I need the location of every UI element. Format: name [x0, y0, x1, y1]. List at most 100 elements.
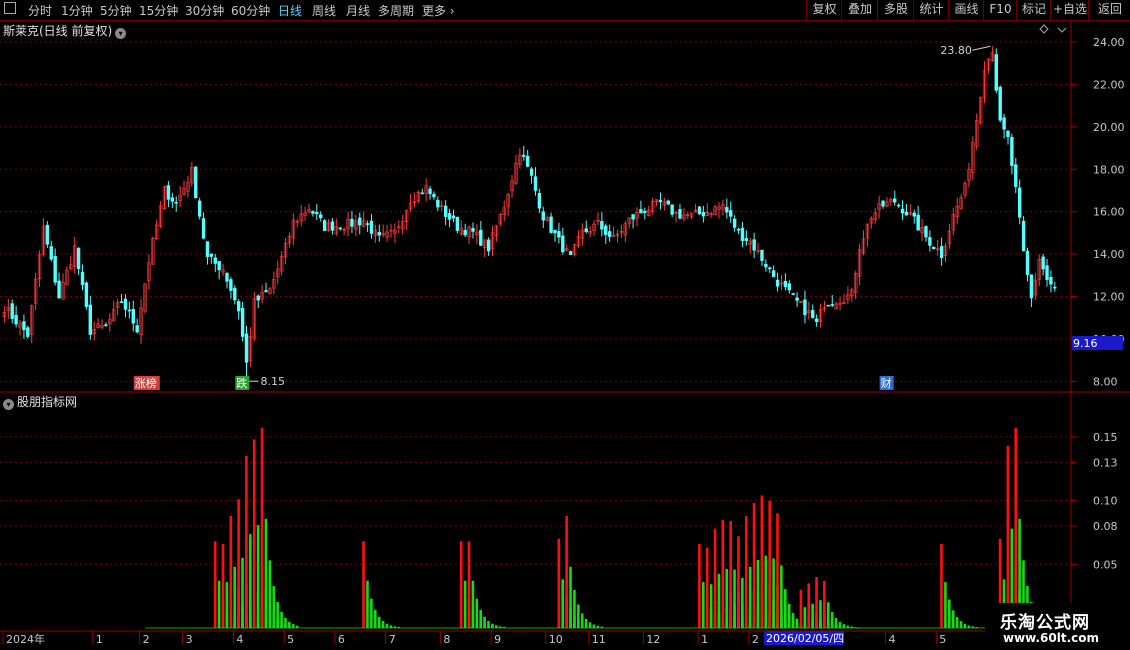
- candle-body: [463, 229, 467, 236]
- candle-body: [256, 295, 260, 301]
- candle-body: [420, 192, 424, 195]
- indicator-bar-green: [495, 625, 498, 628]
- candle-body: [541, 211, 545, 221]
- candle-body: [1053, 286, 1057, 289]
- indicator-bar-green: [951, 610, 955, 628]
- chevron-down-icon: [1057, 27, 1067, 33]
- indicator-bar-green: [284, 618, 287, 628]
- indicator-bar-green: [217, 580, 221, 628]
- indicator-bar-red: [213, 541, 217, 628]
- indicator-bar-green: [366, 580, 369, 628]
- indicator-bar-green: [370, 598, 373, 628]
- candle-body: [436, 199, 440, 208]
- date-tick-label: 4: [236, 633, 243, 646]
- indicator-bar-red: [557, 538, 561, 628]
- indicator-bar-green: [280, 611, 283, 628]
- candle-body: [53, 255, 57, 283]
- candle-body: [764, 263, 768, 268]
- indicator-bar-green: [479, 609, 483, 628]
- indicator-bar-green: [225, 582, 229, 628]
- candle-body: [783, 280, 788, 288]
- candle-body: [932, 246, 936, 249]
- candle-body: [1029, 274, 1034, 299]
- indicator-bar-green: [780, 565, 783, 628]
- candle-body: [736, 228, 741, 231]
- candle-body: [904, 211, 909, 216]
- candle-body: [729, 210, 733, 217]
- indicator-bar-green: [955, 617, 959, 628]
- candle-body: [549, 216, 553, 233]
- candle-body: [1041, 256, 1045, 270]
- indicator-bar-red: [260, 427, 264, 628]
- candle-body: [893, 198, 897, 203]
- indicator-bar-red: [776, 513, 779, 628]
- candle-body: [14, 314, 18, 325]
- candle-body: [443, 205, 448, 217]
- candle-body: [1010, 137, 1014, 166]
- indicator-bar-red: [467, 541, 471, 628]
- stock-chart[interactable]: 24.0022.0020.0018.0016.0014.0012.0010.00…: [0, 0, 1130, 650]
- candle-body: [319, 214, 323, 219]
- candle-body: [264, 290, 268, 293]
- candle-body: [803, 299, 807, 316]
- date-tick-label: 4: [889, 633, 896, 646]
- candle-body: [701, 212, 706, 217]
- indicator-bar-red: [252, 439, 256, 628]
- indicator-bar-red: [237, 499, 240, 628]
- indicator-bar-green: [256, 525, 260, 628]
- indicator-bar-green: [948, 599, 951, 628]
- indicator-bar-green: [483, 616, 486, 628]
- indicator-bar-green: [584, 618, 588, 628]
- indicator-bar-green: [826, 602, 830, 628]
- candle-body: [131, 309, 135, 324]
- candle-body: [49, 246, 53, 260]
- candle-body: [744, 238, 749, 241]
- candle-body: [119, 301, 124, 303]
- indicator-bar-green: [791, 613, 795, 628]
- candle-body: [311, 211, 315, 214]
- date-tick-label: 11: [592, 633, 606, 646]
- candle-body: [814, 318, 819, 323]
- event-marker-label: 跌: [236, 376, 247, 390]
- date-tick-label: 1: [96, 633, 103, 646]
- candle-body: [678, 209, 682, 219]
- candle-body: [775, 279, 780, 287]
- price-tick-label: 18.00: [1093, 163, 1125, 176]
- candle-body: [1025, 250, 1030, 275]
- candle-body: [529, 168, 534, 176]
- price-tick-label: 20.00: [1093, 121, 1125, 134]
- candle-body: [22, 321, 26, 331]
- indicator-bar-green: [830, 612, 834, 628]
- candle-body: [607, 231, 612, 237]
- indicator-bar-red: [1006, 445, 1010, 628]
- candle-body: [1017, 187, 1022, 218]
- indicator-bar-green: [733, 569, 736, 628]
- candle-body: [896, 204, 901, 207]
- date-tick-label: 6: [338, 633, 345, 646]
- candle-body: [174, 201, 178, 204]
- indicator-bar-green: [268, 560, 272, 628]
- high-price-label: 23.80: [940, 44, 972, 57]
- candle-body: [88, 304, 93, 335]
- candle-body: [1049, 276, 1053, 285]
- date-tick-label: 5: [939, 633, 946, 646]
- indicator-bar-green: [580, 613, 584, 628]
- indicator-tick-label: 0.08: [1093, 520, 1118, 533]
- cursor-date-label: 2026/02/05/四: [766, 632, 844, 645]
- candle-body: [732, 218, 737, 228]
- candle-body: [322, 220, 327, 231]
- candle-body: [1045, 265, 1049, 280]
- indicator-bar-red: [737, 536, 740, 628]
- candle-body: [752, 239, 756, 251]
- candle-body: [451, 215, 456, 219]
- candle-body: [338, 227, 342, 230]
- indicator-bar-green: [487, 621, 490, 628]
- indicator-bar-green: [249, 534, 252, 628]
- indicator-bar-green: [756, 559, 760, 628]
- indicator-bar-red: [221, 543, 225, 628]
- indicator-bar-green: [717, 573, 721, 628]
- candle-body: [237, 301, 241, 312]
- indicator-bar-green: [588, 622, 592, 628]
- indicator-bar-red: [799, 589, 803, 628]
- candle-body: [201, 218, 206, 239]
